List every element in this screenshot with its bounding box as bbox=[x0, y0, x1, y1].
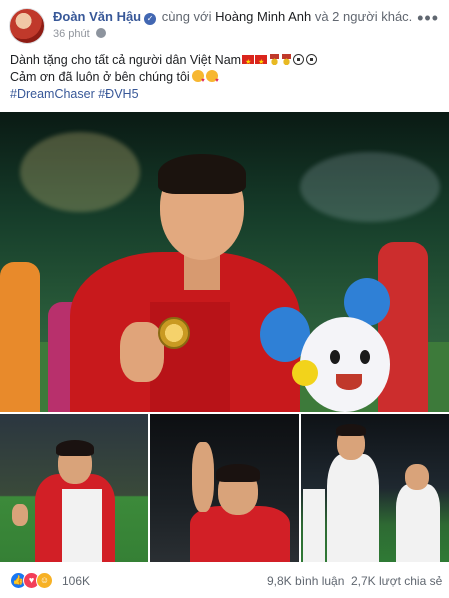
author-line: Đoàn Văn Hậu ✓ cùng với Hoàng Minh Anh và… bbox=[53, 9, 412, 25]
globe-icon bbox=[95, 28, 106, 38]
engagement-bar: 👍 ♥ ☺ 106K 9,8K bình luận 2,7K lượt chia… bbox=[0, 566, 449, 596]
kissing-face-icon bbox=[205, 70, 219, 90]
author-name[interactable]: Đoàn Văn Hậu bbox=[53, 9, 141, 24]
tagged-prefix: cùng với bbox=[161, 9, 212, 24]
tagged-person[interactable]: Hoàng Minh Anh bbox=[215, 9, 311, 24]
more-options-icon[interactable]: ••• bbox=[417, 8, 439, 29]
post-text-line-2: Cảm ơn đã luôn ở bên chúng tôi bbox=[10, 69, 440, 90]
gold-medal-icon bbox=[282, 54, 292, 65]
post-hashtags[interactable]: #DreamChaser #ĐVH5 bbox=[10, 87, 139, 101]
soccer-ball-icon bbox=[306, 54, 318, 65]
photo-thumbnail-2[interactable] bbox=[150, 414, 299, 562]
haha-icon: ☺ bbox=[36, 572, 53, 589]
photo-thumbnail-3[interactable] bbox=[301, 414, 449, 562]
vietnam-flag-icon bbox=[255, 54, 268, 71]
verified-badge-icon: ✓ bbox=[144, 13, 157, 25]
author-avatar[interactable] bbox=[9, 8, 45, 44]
post-header: Đoàn Văn Hậu ✓ cùng với Hoàng Minh Anh và… bbox=[0, 0, 449, 48]
gold-medal-icon bbox=[270, 54, 280, 65]
vietnam-flag-icon bbox=[242, 54, 255, 71]
post-text-thanks: Cảm ơn đã luôn ở bên chúng tôi bbox=[10, 70, 190, 84]
post-text-dedication: Dành tặng cho tất cả người dân Việt Nam bbox=[10, 53, 242, 67]
reaction-count[interactable]: 106K bbox=[62, 574, 90, 588]
post-timestamp[interactable]: 36 phút bbox=[53, 28, 90, 40]
post-text-line-3: #DreamChaser #ĐVH5 bbox=[10, 86, 440, 103]
tagged-others[interactable]: và 2 người khác. bbox=[315, 9, 412, 24]
soccer-ball-icon bbox=[293, 54, 305, 65]
shares-count[interactable]: 2,7K lượt chia sẻ bbox=[351, 574, 442, 588]
kissing-face-icon bbox=[191, 70, 205, 90]
post-timestamp-row: 36 phút bbox=[53, 28, 106, 40]
main-photo[interactable] bbox=[0, 112, 449, 412]
post-text-line-1: Dành tặng cho tất cả người dân Việt Nam bbox=[10, 52, 440, 71]
comments-count[interactable]: 9,8K bình luận bbox=[267, 574, 344, 588]
post-text: Dành tặng cho tất cả người dân Việt Nam … bbox=[10, 52, 440, 103]
photo-thumbnail-1[interactable] bbox=[0, 414, 148, 562]
